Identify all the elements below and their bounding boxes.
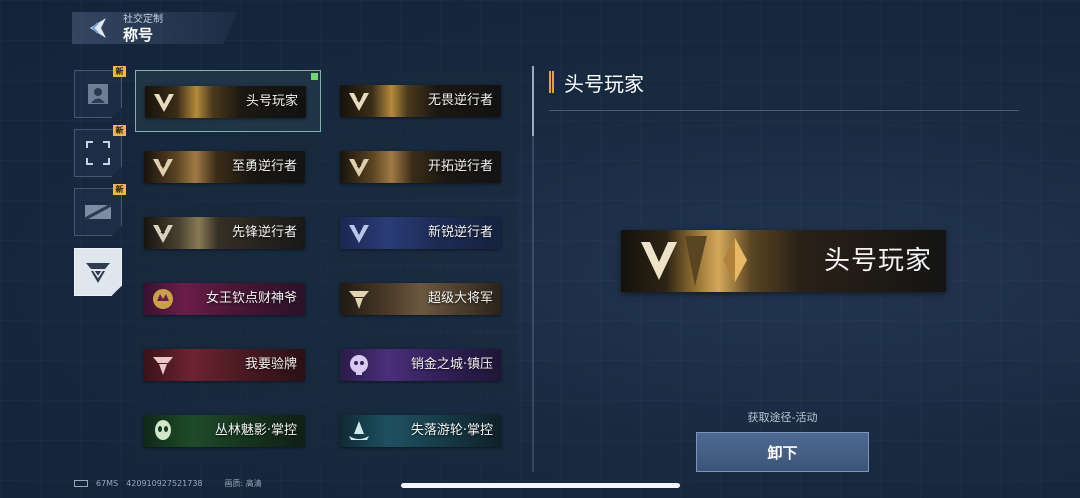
skull-emblem-icon <box>350 355 368 375</box>
general-emblem-icon <box>349 291 369 309</box>
card-emblem-icon <box>153 357 173 375</box>
preview-title-label: 头号玩家 <box>823 246 932 276</box>
rank-2-emblem-icon: 2 <box>153 225 173 243</box>
frame-icon <box>86 141 110 165</box>
avatar-icon <box>88 84 108 104</box>
title-card-vanguard[interactable]: 2 先锋逆行者 <box>135 202 321 264</box>
unequip-button[interactable]: 卸下 <box>696 432 869 472</box>
title-banner: 2 先锋逆行者 <box>144 217 305 249</box>
title-card-jungle[interactable]: 丛林魅影·掌控 <box>135 400 321 462</box>
title-banner: 4 至勇逆行者 <box>144 151 305 183</box>
divider <box>549 110 1019 111</box>
title-banner: 5 无畏逆行者 <box>340 85 501 117</box>
rank-1-emblem-icon <box>349 225 369 243</box>
ship-emblem-icon <box>349 421 369 440</box>
rank-3-emblem-icon: 3 <box>349 159 369 177</box>
title-banner: 超级大将军 <box>340 283 501 315</box>
category-frame[interactable] <box>74 129 122 177</box>
title-banner: 女王钦点财神爷 <box>144 283 305 315</box>
new-badge: 新 <box>113 125 126 136</box>
title-card-gold-city[interactable]: 销金之城·镇压 <box>331 334 517 396</box>
title-banner: 我要验牌 <box>144 349 305 381</box>
svg-text:3: 3 <box>356 160 362 170</box>
title-card-rookie[interactable]: 新锐逆行者 <box>331 202 517 264</box>
title-label: 先锋逆行者 <box>231 225 297 240</box>
category-card[interactable] <box>74 188 122 236</box>
alien-emblem-icon <box>155 420 171 440</box>
quality-label: 画质: 高清 <box>224 479 262 488</box>
title-card-lost-cruise[interactable]: 失落游轮·掌控 <box>331 400 517 462</box>
title-label: 失落游轮·掌控 <box>410 423 493 438</box>
title-badge-icon <box>86 263 110 283</box>
title-card-god-of-wealth[interactable]: 女王钦点财神爷 <box>135 268 321 330</box>
title-banner: 失落游轮·掌控 <box>340 415 501 447</box>
rank-4-emblem-icon: 4 <box>153 159 173 177</box>
title-label: 销金之城·镇压 <box>410 357 493 372</box>
title-banner: 3 开拓逆行者 <box>340 151 501 183</box>
title-banner: 丛林魅影·掌控 <box>144 415 305 447</box>
title-card-fearless[interactable]: 5 无畏逆行者 <box>331 70 517 132</box>
diamond-emblem-icon <box>154 94 174 112</box>
new-badge: 新 <box>113 184 126 195</box>
title-banner: 新锐逆行者 <box>340 217 501 249</box>
title-card-inspect-cards[interactable]: 我要验牌 <box>135 334 321 396</box>
ping-value: 67MS <box>96 479 119 488</box>
new-badge: 新 <box>113 66 126 77</box>
header-subtitle: 社交定制 <box>123 14 163 25</box>
queen-emblem-icon <box>153 289 173 309</box>
svg-text:4: 4 <box>160 160 166 170</box>
title-card-general[interactable]: 超级大将军 <box>331 268 517 330</box>
svg-text:2: 2 <box>160 226 166 236</box>
diamond-emblem-icon <box>641 236 747 286</box>
card-icon <box>84 203 112 221</box>
acquisition-source: 获取途径-活动 <box>747 411 818 424</box>
title-label: 超级大将军 <box>427 291 493 306</box>
title-card-bravest[interactable]: 4 至勇逆行者 <box>135 136 321 198</box>
title-label: 新锐逆行者 <box>427 225 493 240</box>
title-preview-banner: 头号玩家 <box>621 230 946 292</box>
equipped-indicator <box>311 73 318 80</box>
page-title: 称号 <box>123 26 154 44</box>
title-label: 我要验牌 <box>244 357 297 372</box>
category-title[interactable] <box>74 248 122 296</box>
title-label: 女王钦点财神爷 <box>205 291 297 306</box>
scrollbar-thumb[interactable] <box>532 66 534 136</box>
home-indicator[interactable] <box>401 483 680 488</box>
status-footer: 67MS 420910927521738 画质: 高清 <box>74 478 262 489</box>
title-label: 无畏逆行者 <box>427 93 493 108</box>
title-banner: 销金之城·镇压 <box>340 349 501 381</box>
title-label: 开拓逆行者 <box>427 159 493 174</box>
category-avatar[interactable] <box>74 70 122 118</box>
title-label: 至勇逆行者 <box>231 159 297 174</box>
back-arrow-icon <box>90 18 106 38</box>
title-grid: 头号玩家 5 无畏逆行者 4 至勇逆行者 3 开拓逆行者 2 先锋逆行者 新锐逆… <box>130 66 520 472</box>
title-card-pioneer[interactable]: 3 开拓逆行者 <box>331 136 517 198</box>
title-card-top-player[interactable]: 头号玩家 <box>135 70 321 132</box>
title-label: 头号玩家 <box>245 94 298 109</box>
rank-5-emblem-icon: 5 <box>349 93 369 111</box>
battery-icon <box>74 480 88 487</box>
svg-text:5: 5 <box>356 94 362 104</box>
title-accent-bar <box>549 71 554 93</box>
title-banner: 头号玩家 <box>145 86 306 118</box>
detail-title: 头号玩家 <box>564 72 644 96</box>
user-id: 420910927521738 <box>126 479 203 488</box>
back-button[interactable] <box>84 14 112 42</box>
title-label: 丛林魅影·掌控 <box>214 423 297 438</box>
